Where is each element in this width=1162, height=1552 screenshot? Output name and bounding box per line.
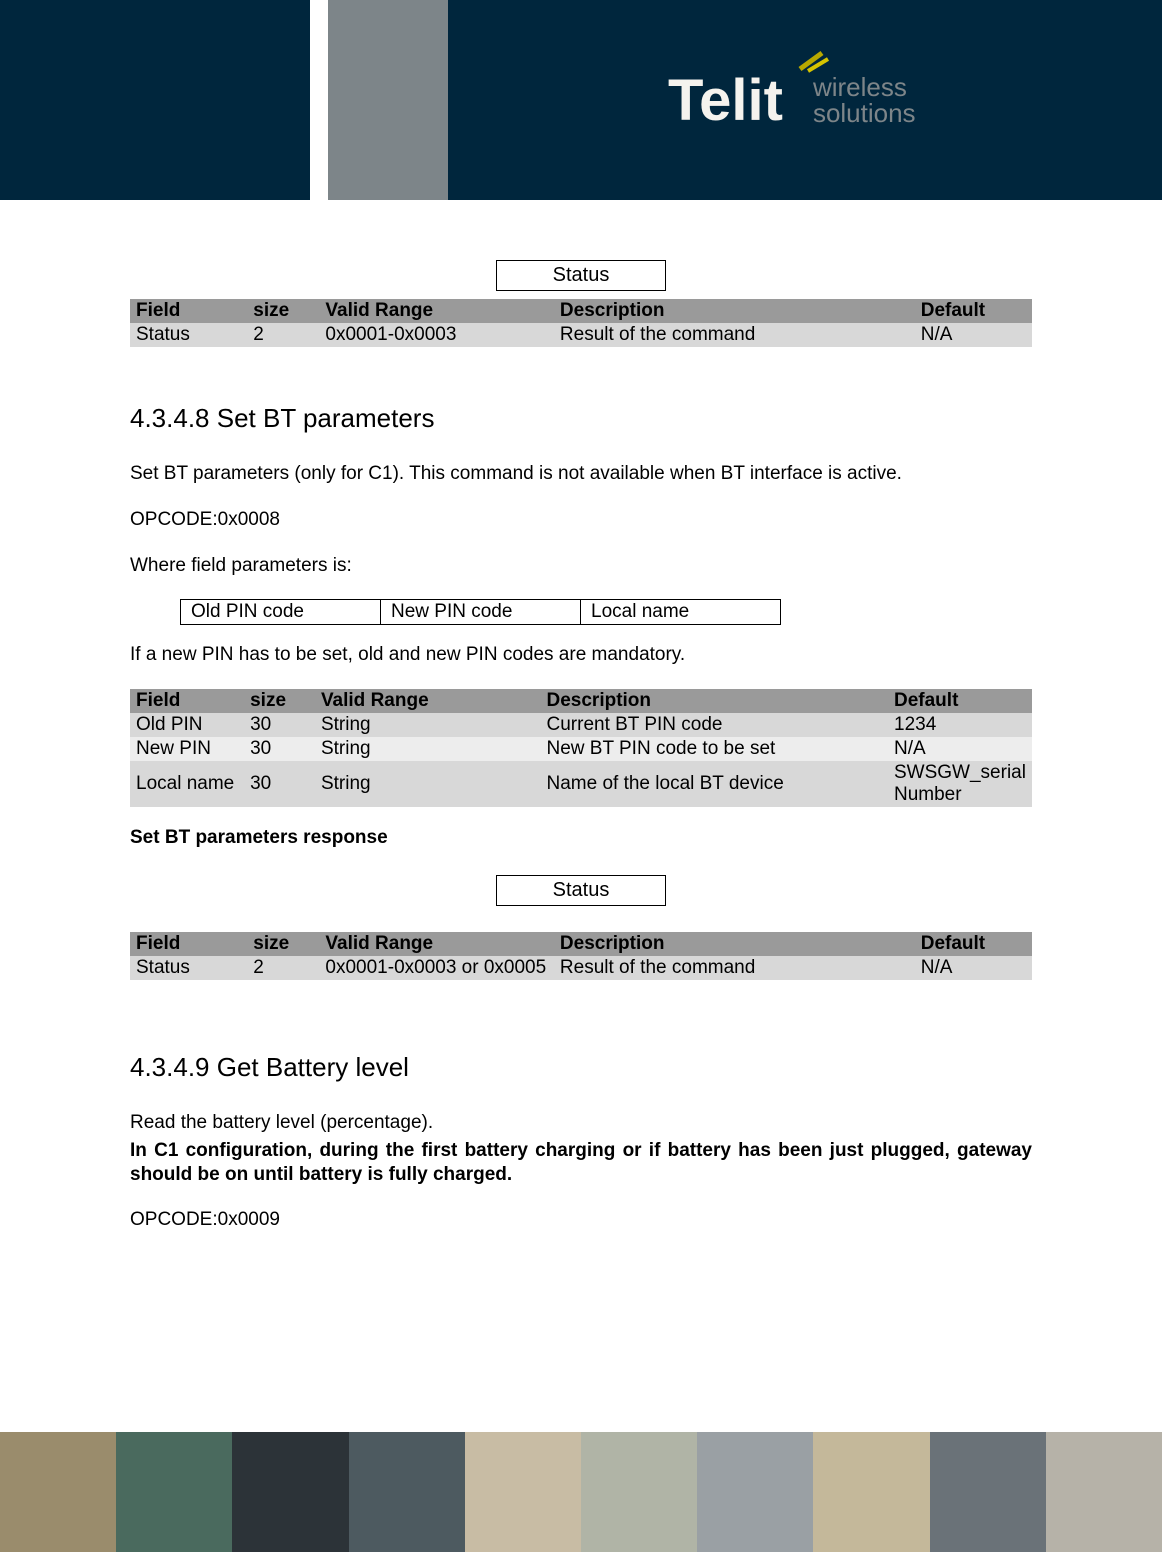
th-field: Field — [130, 299, 247, 323]
tag-line-1: wireless — [813, 74, 916, 100]
cell-range: String — [315, 761, 541, 807]
table-row: Status 2 0x0001-0x0003 Result of the com… — [130, 323, 1032, 347]
status-box-2: Status — [496, 875, 666, 906]
status-table-1: Field size Valid Range Description Defau… — [130, 299, 1032, 347]
para-opcode-0008: OPCODE:0x0008 — [130, 508, 1032, 532]
para-opcode-0009: OPCODE:0x0009 — [130, 1208, 1032, 1232]
para-battery-desc: Read the battery level (percentage). — [130, 1111, 1032, 1135]
cell-def: N/A — [915, 956, 1032, 980]
brand-tagline: wireless solutions — [813, 74, 916, 126]
cell-field: Local name — [130, 761, 244, 807]
cell-field: Old PIN — [130, 713, 244, 737]
page-content: Status Field size Valid Range Descriptio… — [0, 200, 1162, 1232]
th-desc: Description — [541, 689, 889, 713]
response-title-set-bt: Set BT parameters response — [130, 827, 1032, 849]
cell-def: SWSGW_serial Number — [888, 761, 1032, 807]
th-range: Valid Range — [319, 299, 554, 323]
cell-desc: Result of the command — [554, 323, 915, 347]
th-desc: Description — [554, 932, 915, 956]
tag-line-2: solutions — [813, 100, 916, 126]
cell-desc: Current BT PIN code — [541, 713, 889, 737]
cell-def: 1234 — [888, 713, 1032, 737]
bt-params-table: Field size Valid Range Description Defau… — [130, 689, 1032, 807]
th-size: size — [247, 299, 319, 323]
cell-field: Status — [130, 323, 247, 347]
cell-field: New PIN — [130, 737, 244, 761]
status-box-1: Status — [496, 260, 666, 291]
th-range: Valid Range — [315, 689, 541, 713]
th-size: size — [244, 689, 315, 713]
bt-response-table: Field size Valid Range Description Defau… — [130, 932, 1032, 980]
table-row: Old PIN 30 String Current BT PIN code 12… — [130, 713, 1032, 737]
th-def: Default — [915, 932, 1032, 956]
table-row: Local name 30 String Name of the local B… — [130, 761, 1032, 807]
th-def: Default — [915, 299, 1032, 323]
cell-range: 0x0001-0x0003 or 0x0005 — [319, 956, 554, 980]
box-local-name: Local name — [581, 600, 781, 625]
th-desc: Description — [554, 299, 915, 323]
cell-field: Status — [130, 956, 247, 980]
brand-logo: Telit — [668, 67, 783, 134]
th-def: Default — [888, 689, 1032, 713]
cell-range: String — [315, 713, 541, 737]
page-header: Telit wireless solutions — [0, 0, 1162, 200]
para-pin-mandatory: If a new PIN has to be set, old and new … — [130, 643, 1032, 667]
th-field: Field — [130, 932, 247, 956]
para-battery-note: In C1 configuration, during the first ba… — [130, 1139, 1032, 1187]
para-set-bt-desc: Set BT parameters (only for C1). This co… — [130, 462, 1032, 486]
cell-desc: Name of the local BT device — [541, 761, 889, 807]
header-block-mid — [328, 0, 448, 200]
cell-def: N/A — [888, 737, 1032, 761]
pin-fields-box: Old PIN code New PIN code Local name — [180, 599, 781, 625]
cell-desc: Result of the command — [554, 956, 915, 980]
section-title-get-battery: 4.3.4.9 Get Battery level — [130, 1052, 1032, 1083]
table-row: Status 2 0x0001-0x0003 or 0x0005 Result … — [130, 956, 1032, 980]
section-title-set-bt: 4.3.4.8 Set BT parameters — [130, 403, 1032, 434]
cell-size: 30 — [244, 737, 315, 761]
header-block-right: Telit wireless solutions — [448, 0, 1162, 200]
cell-desc: New BT PIN code to be set — [541, 737, 889, 761]
box-old-pin: Old PIN code — [181, 600, 381, 625]
para-where-fields: Where field parameters is: — [130, 554, 1032, 578]
cell-range: 0x0001-0x0003 — [319, 323, 554, 347]
header-block-left — [0, 0, 310, 200]
th-range: Valid Range — [319, 932, 554, 956]
box-new-pin: New PIN code — [381, 600, 581, 625]
logo-accent-icon — [796, 49, 830, 73]
cell-range: String — [315, 737, 541, 761]
cell-size: 2 — [247, 956, 319, 980]
cell-def: N/A — [915, 323, 1032, 347]
th-size: size — [247, 932, 319, 956]
cell-size: 30 — [244, 761, 315, 807]
cell-size: 2 — [247, 323, 319, 347]
footer-image-strip — [0, 1432, 1162, 1552]
table-row: New PIN 30 String New BT PIN code to be … — [130, 737, 1032, 761]
brand-name: Telit — [668, 68, 783, 133]
cell-size: 30 — [244, 713, 315, 737]
th-field: Field — [130, 689, 244, 713]
